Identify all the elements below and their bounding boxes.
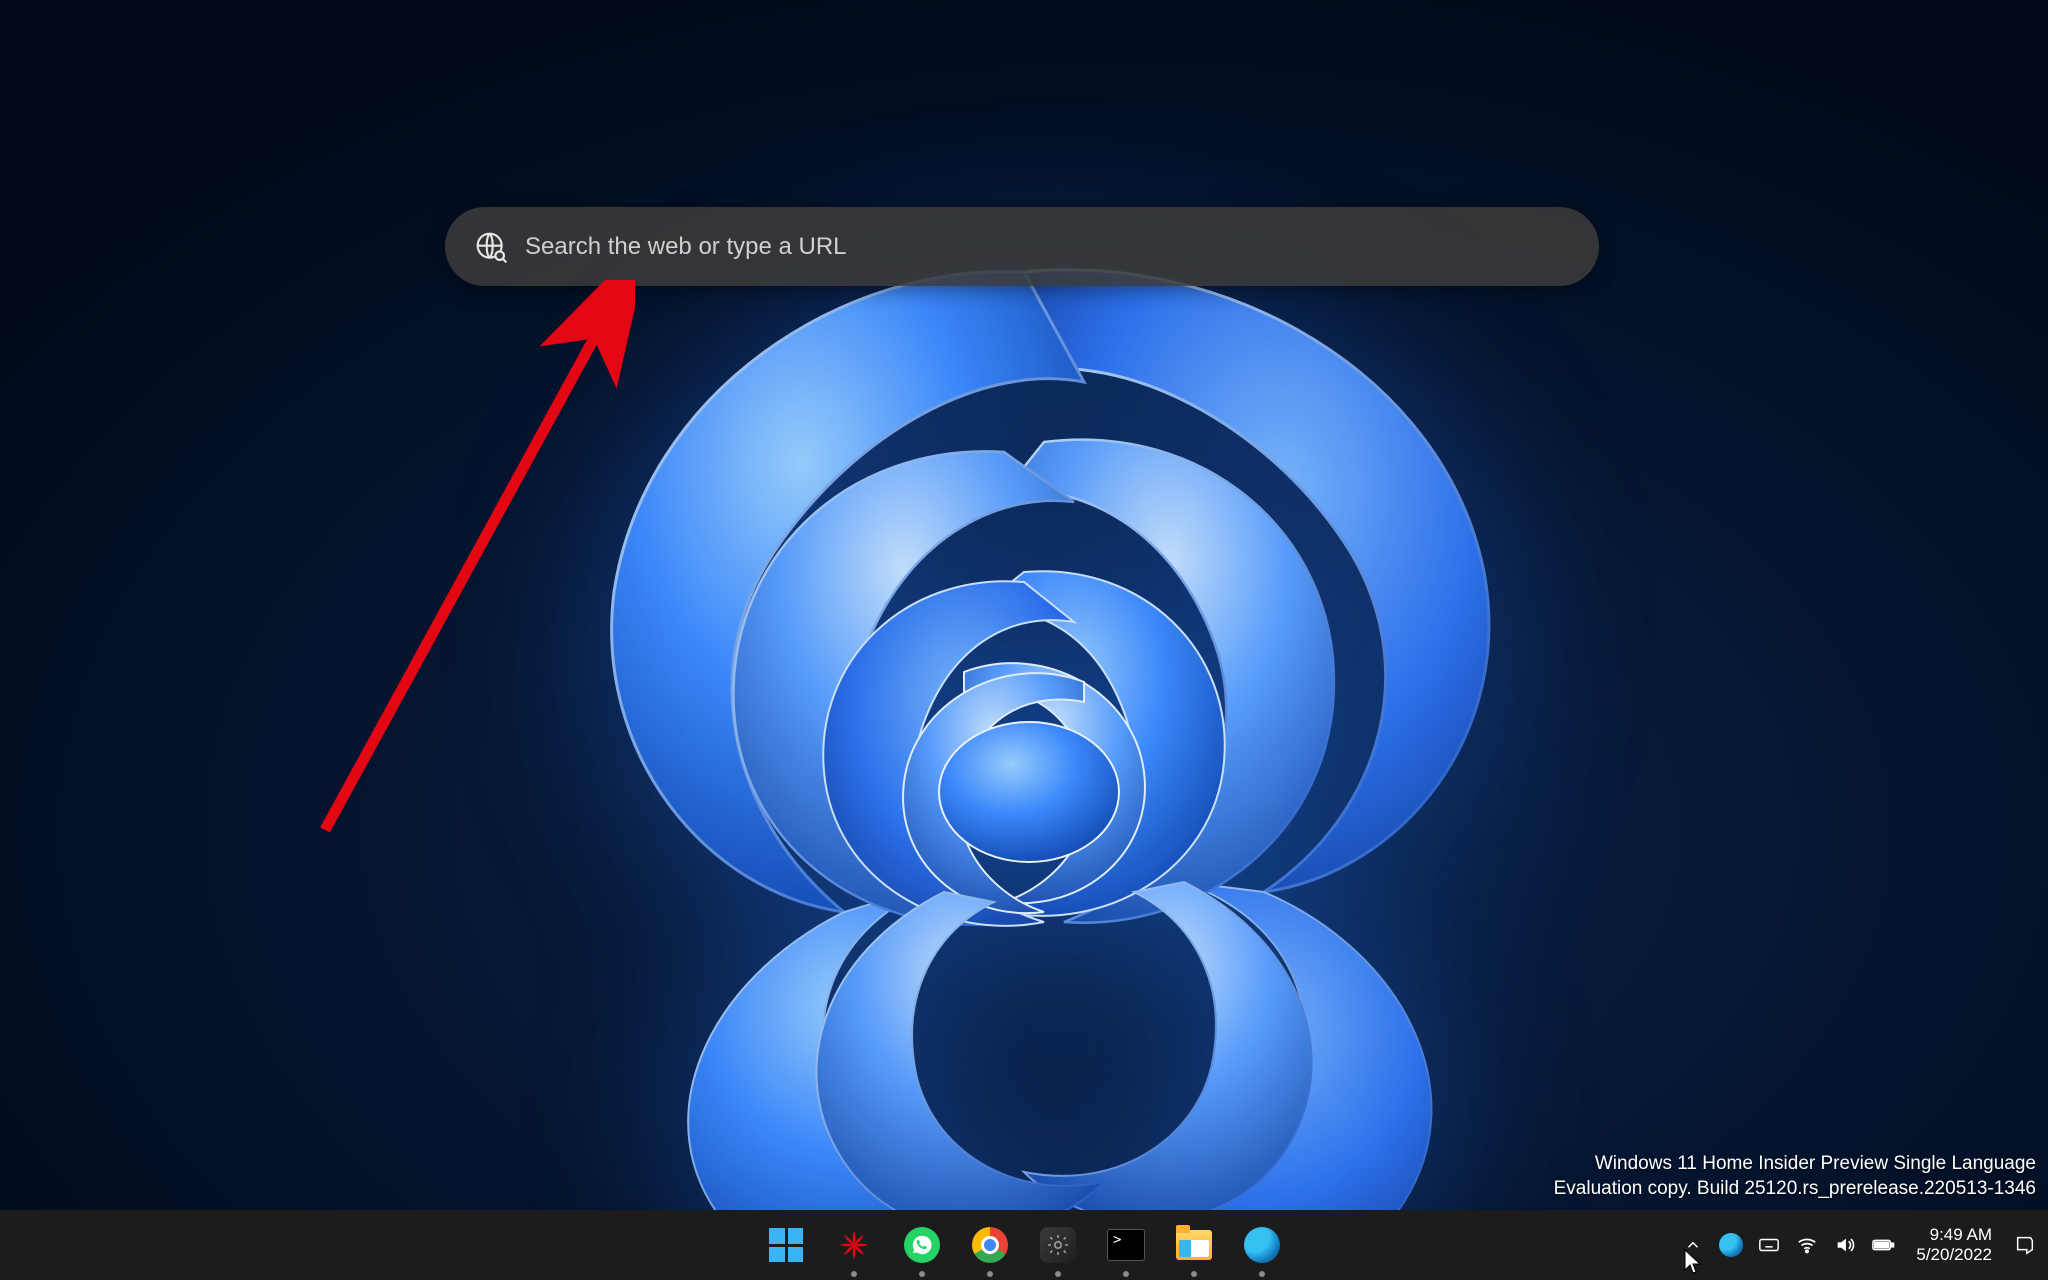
windows-logo-icon	[769, 1228, 803, 1262]
edge-icon	[1719, 1233, 1743, 1257]
terminal-icon	[1107, 1229, 1145, 1261]
taskbar-app-file-explorer[interactable]	[1174, 1225, 1214, 1265]
taskbar-app-whatsapp[interactable]	[902, 1225, 942, 1265]
gear-icon	[1040, 1227, 1076, 1263]
taskbar-app-settings[interactable]	[1038, 1225, 1078, 1265]
tray-touch-keyboard[interactable]	[1756, 1232, 1782, 1258]
watermark-line-1: Windows 11 Home Insider Preview Single L…	[1554, 1151, 2036, 1177]
taskbar-app-terminal[interactable]	[1106, 1225, 1146, 1265]
tray-wifi-icon[interactable]	[1794, 1232, 1820, 1258]
tray-battery-icon[interactable]	[1870, 1232, 1896, 1258]
clock-date: 5/20/2022	[1916, 1245, 1992, 1265]
search-web-icon	[475, 231, 507, 263]
taskbar-app-chrome[interactable]	[970, 1225, 1010, 1265]
file-explorer-icon	[1176, 1230, 1212, 1260]
taskbar-system-tray: 9:49 AM 5/20/2022	[1680, 1210, 2048, 1280]
desktop[interactable]: Windows 11 Home Insider Preview Single L…	[0, 0, 2048, 1280]
chrome-icon	[972, 1227, 1008, 1263]
taskbar-app-edge[interactable]	[1242, 1225, 1282, 1265]
huawei-icon	[836, 1227, 872, 1263]
windows-watermark: Windows 11 Home Insider Preview Single L…	[1554, 1151, 2036, 1202]
start-button[interactable]	[766, 1225, 806, 1265]
tray-overflow-chevron[interactable]	[1680, 1232, 1706, 1258]
taskbar-clock[interactable]: 9:49 AM 5/20/2022	[1916, 1225, 1992, 1266]
desktop-search-input[interactable]	[523, 232, 1569, 262]
desktop-search-bar[interactable]	[445, 207, 1599, 286]
watermark-line-2: Evaluation copy. Build 25120.rs_prerelea…	[1554, 1176, 2036, 1202]
tray-app-edge[interactable]	[1718, 1232, 1744, 1258]
wallpaper-bloom	[324, 192, 1724, 1280]
tray-notifications-icon[interactable]	[2012, 1232, 2038, 1258]
taskbar: 9:49 AM 5/20/2022	[0, 1210, 2048, 1280]
taskbar-center-apps	[766, 1210, 1282, 1280]
clock-time: 9:49 AM	[1916, 1225, 1992, 1245]
taskbar-app-huawei[interactable]	[834, 1225, 874, 1265]
tray-volume-icon[interactable]	[1832, 1232, 1858, 1258]
edge-icon	[1244, 1227, 1280, 1263]
whatsapp-icon	[904, 1227, 940, 1263]
